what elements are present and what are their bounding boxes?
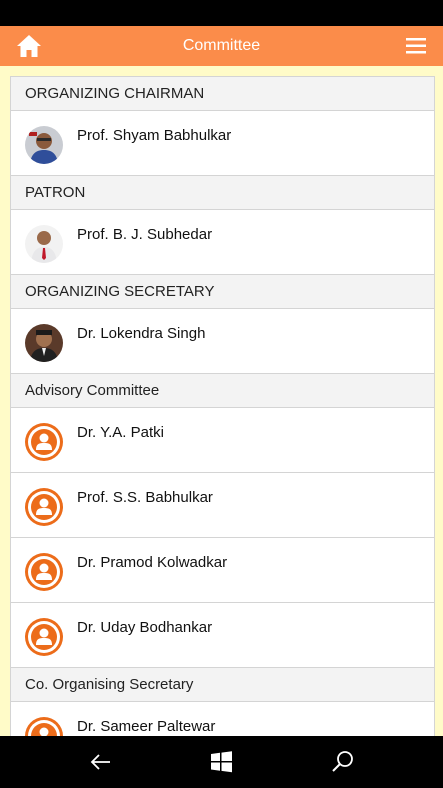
section-header-patron: PATRON: [11, 176, 434, 210]
section-header-advisory-committee: Advisory Committee: [11, 374, 434, 408]
avatar: [25, 324, 63, 362]
committee-list: ORGANIZING CHAIRMAN Prof. Shyam Babhulka…: [10, 76, 435, 736]
hamburger-menu-icon[interactable]: [405, 36, 427, 56]
member-name: Dr. Uday Bodhankar: [77, 619, 213, 636]
back-arrow-icon[interactable]: [88, 749, 114, 775]
list-item[interactable]: Prof. B. J. Subhedar: [11, 210, 434, 275]
member-name: Prof. S.S. Babhulkar: [77, 489, 213, 506]
generic-user-icon: [25, 488, 63, 526]
search-icon[interactable]: [330, 749, 356, 775]
windows-logo-icon[interactable]: [209, 749, 235, 775]
member-name: Dr. Sameer Paltewar: [77, 718, 216, 735]
section-header-organizing-secretary: ORGANIZING SECRETARY: [11, 275, 434, 309]
list-item[interactable]: Dr. Sameer Paltewar: [11, 702, 434, 736]
member-name: Dr. Lokendra Singh: [77, 325, 206, 342]
page-title: Committee: [182, 37, 261, 54]
member-name: Dr. Pramod Kolwadkar: [77, 554, 228, 571]
generic-user-icon: [25, 423, 63, 461]
member-name: Prof. B. J. Subhedar: [77, 226, 213, 243]
list-item[interactable]: Dr. Lokendra Singh: [11, 309, 434, 374]
generic-user-icon: [25, 553, 63, 591]
list-item[interactable]: Dr. Y.A. Patki: [11, 408, 434, 473]
list-item[interactable]: Prof. S.S. Babhulkar: [11, 473, 434, 538]
system-nav-bar: [0, 736, 443, 788]
list-item[interactable]: Dr. Uday Bodhankar: [11, 603, 434, 668]
avatar: [25, 225, 63, 263]
member-name: Dr. Y.A. Patki: [77, 424, 164, 441]
avatar: [25, 126, 63, 164]
list-item[interactable]: Prof. Shyam Babhulkar: [11, 111, 434, 176]
section-header-organizing-chairman: ORGANIZING CHAIRMAN: [11, 77, 434, 111]
generic-user-icon: [25, 717, 63, 736]
section-header-co-organising-secretary: Co. Organising Secretary: [11, 668, 434, 702]
committee-content[interactable]: ORGANIZING CHAIRMAN Prof. Shyam Babhulka…: [0, 66, 443, 736]
app-header: Committee: [0, 26, 443, 66]
list-item[interactable]: Dr. Pramod Kolwadkar: [11, 538, 434, 603]
member-name: Prof. Shyam Babhulkar: [77, 127, 232, 144]
generic-user-icon: [25, 618, 63, 656]
status-bar: [0, 0, 443, 26]
